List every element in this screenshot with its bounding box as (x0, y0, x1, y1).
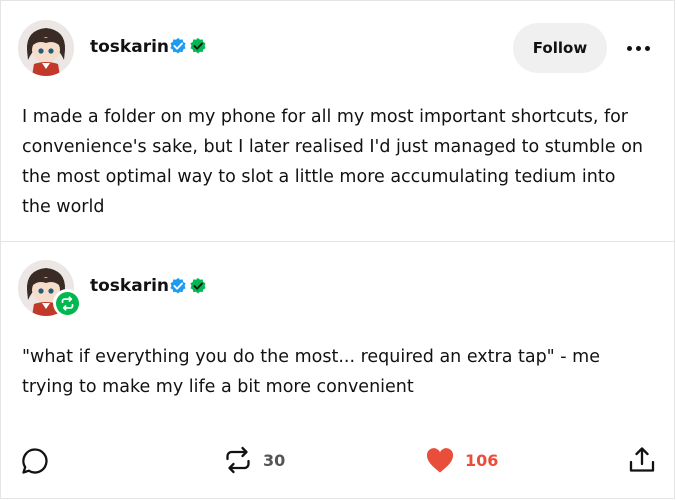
like-button[interactable]: 106 (425, 446, 498, 474)
reblog-body: "what if everything you do the most... r… (22, 347, 600, 397)
share-button[interactable] (627, 445, 657, 475)
heart-icon (426, 448, 454, 473)
author-name[interactable]: toskarin (90, 37, 169, 57)
share-icon (629, 447, 655, 472)
reblog-button[interactable]: 30 (223, 445, 285, 475)
reply-bubble-icon (22, 448, 48, 474)
like-count: 106 (465, 450, 499, 470)
reblog-badge-icon (61, 295, 73, 311)
verified-check-icon (170, 277, 186, 294)
author-badges (169, 37, 207, 55)
author-badges (169, 277, 207, 295)
reblog-badge (53, 289, 81, 317)
post-body: I made a folder on my phone for all my m… (22, 107, 643, 217)
avatar[interactable] (18, 20, 74, 76)
author-name[interactable]: toskarin (90, 276, 169, 296)
reply-button[interactable] (20, 446, 50, 476)
reblog-post: toskarin "what if everything you do the … (1, 242, 674, 500)
reblog-icon (226, 446, 250, 474)
more-dots-icon[interactable] (621, 31, 655, 65)
green-check-icon (190, 277, 206, 294)
original-post: toskarin Follow I made a folder on my ph… (1, 1, 674, 242)
follow-button[interactable]: Follow (513, 23, 607, 73)
verified-check-icon (170, 37, 186, 54)
post-card: toskarin Follow I made a folder on my ph… (0, 0, 675, 499)
reblog-count: 30 (263, 450, 286, 470)
green-check-icon (190, 37, 206, 54)
